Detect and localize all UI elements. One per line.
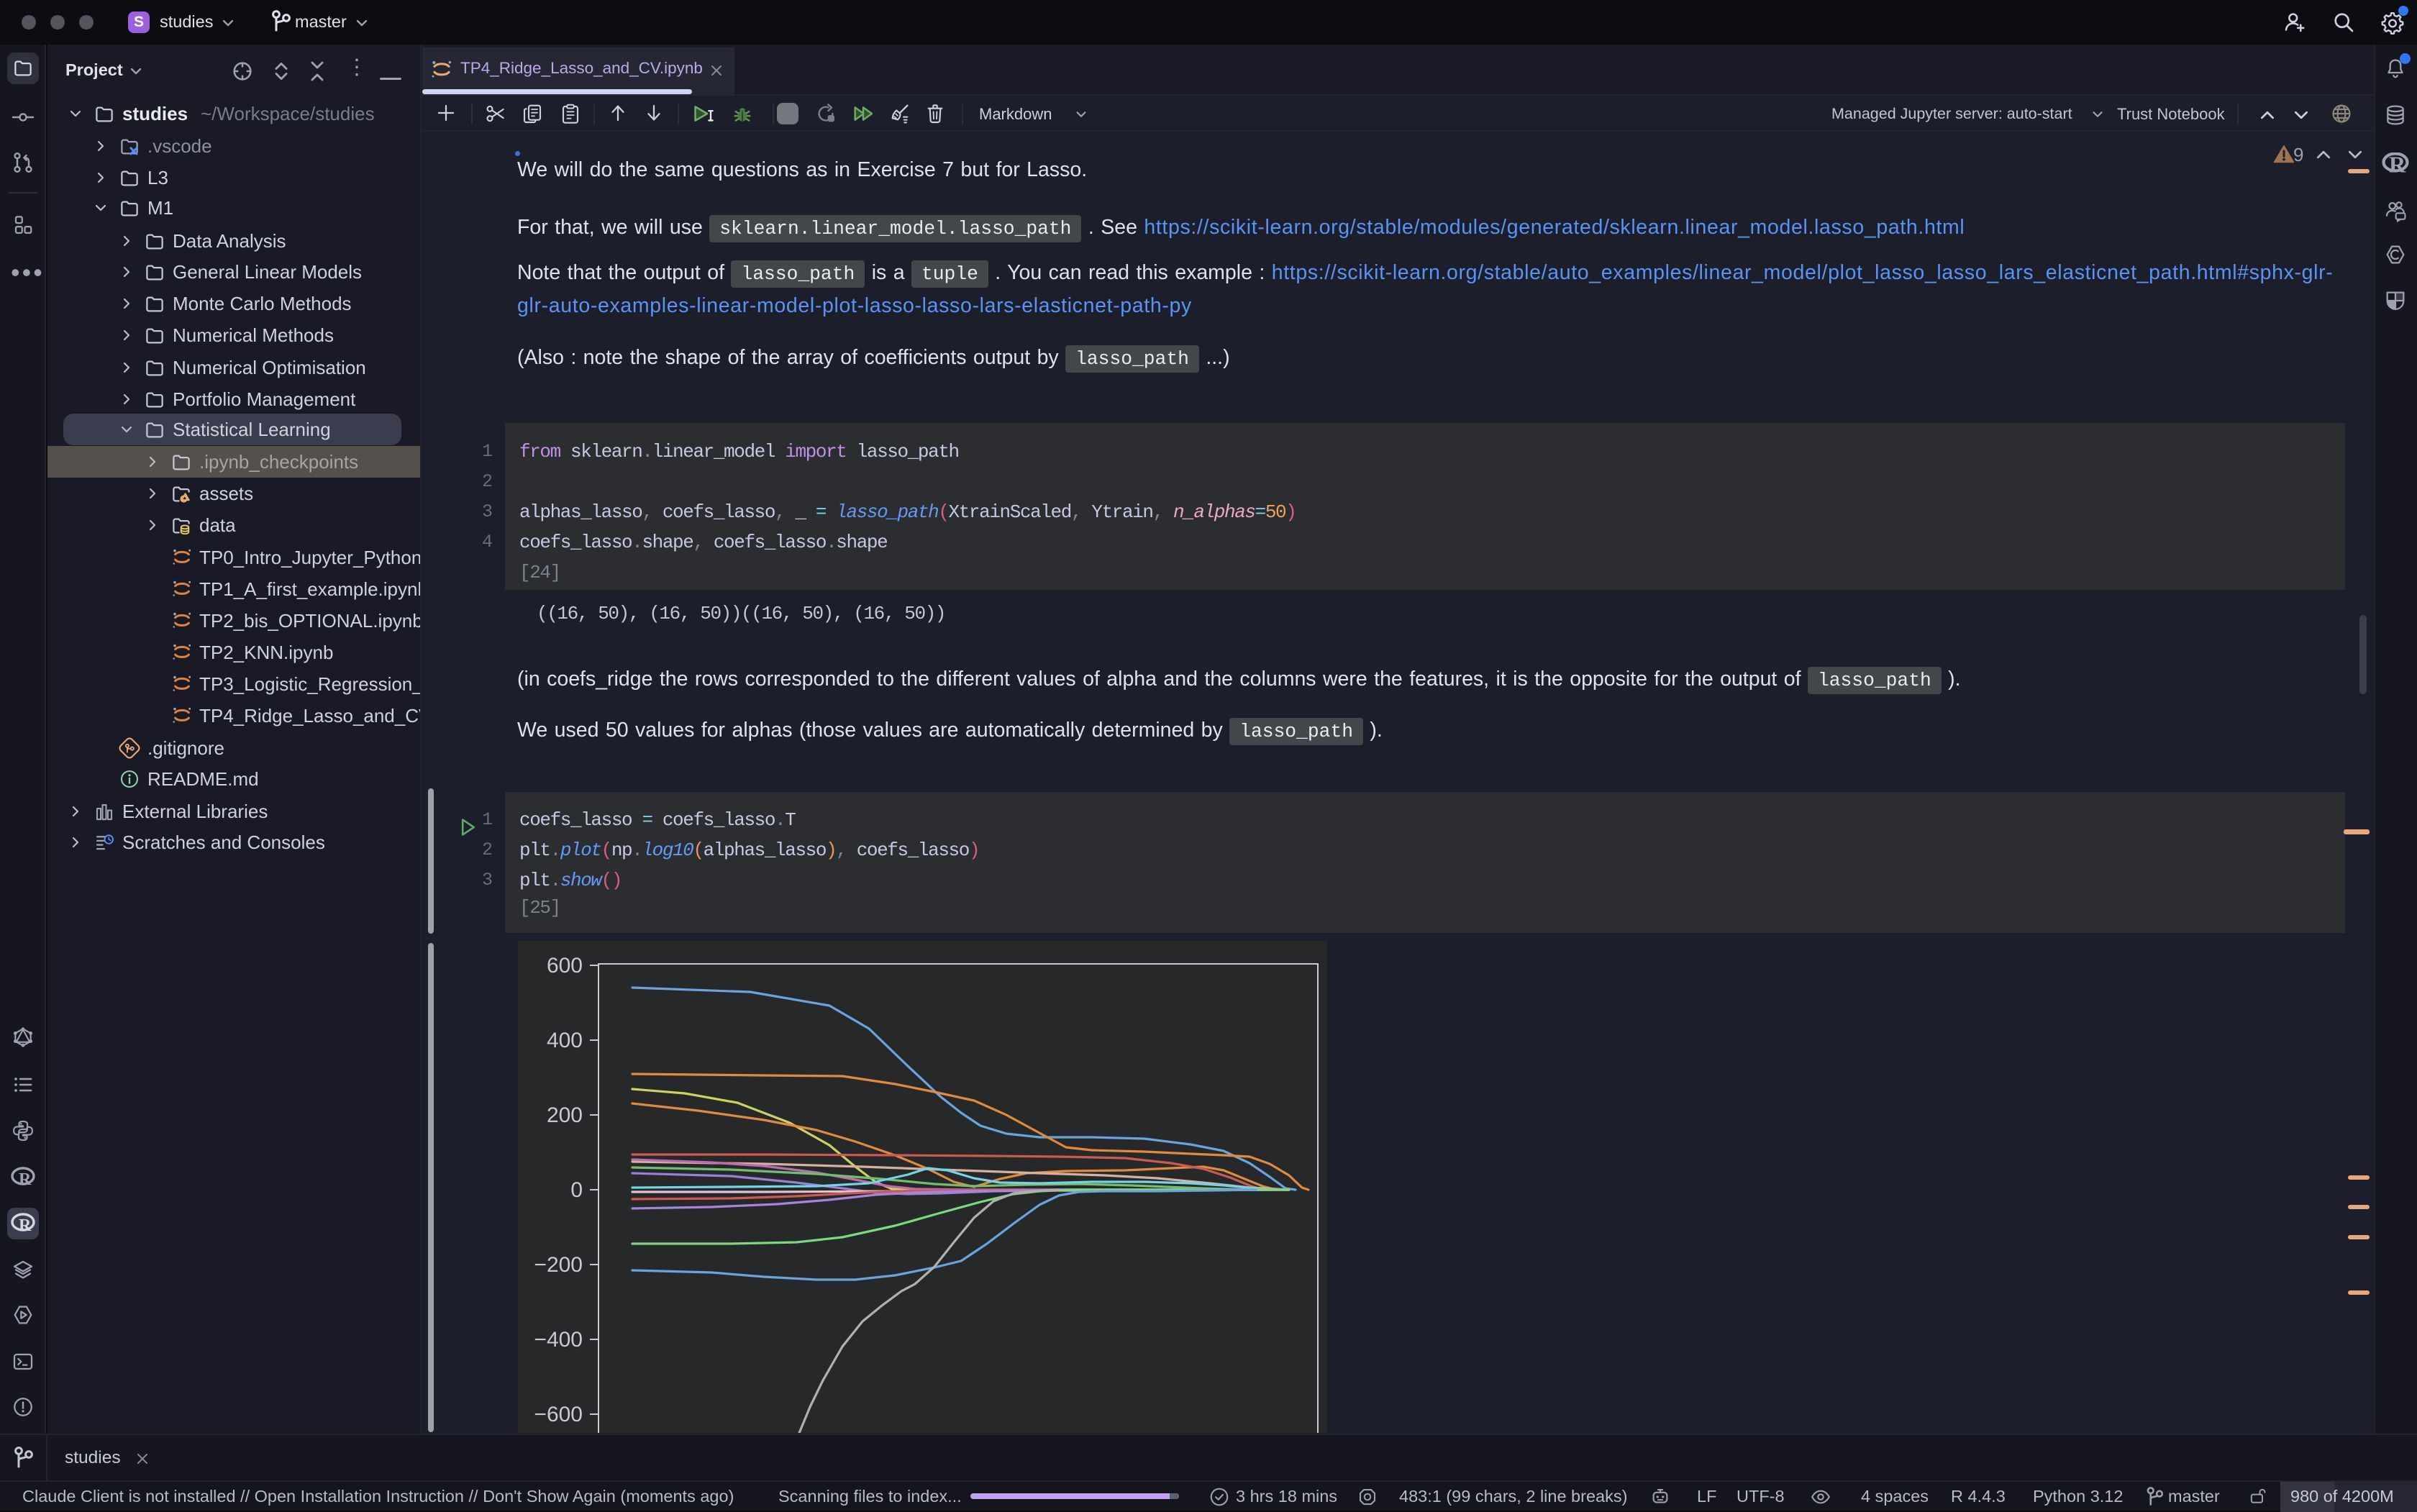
svg-text:400: 400: [547, 1029, 583, 1052]
svg-text:200: 200: [547, 1103, 583, 1127]
svg-text:R: R: [19, 1170, 32, 1188]
svg-text:−600: −600: [534, 1403, 583, 1426]
svg-text:R: R: [19, 1216, 32, 1234]
svg-text:−200: −200: [534, 1253, 583, 1277]
svg-text:R: R: [2389, 152, 2406, 176]
svg-text:600: 600: [547, 954, 583, 978]
svg-text:−400: −400: [534, 1328, 583, 1352]
svg-text:0: 0: [570, 1178, 583, 1202]
